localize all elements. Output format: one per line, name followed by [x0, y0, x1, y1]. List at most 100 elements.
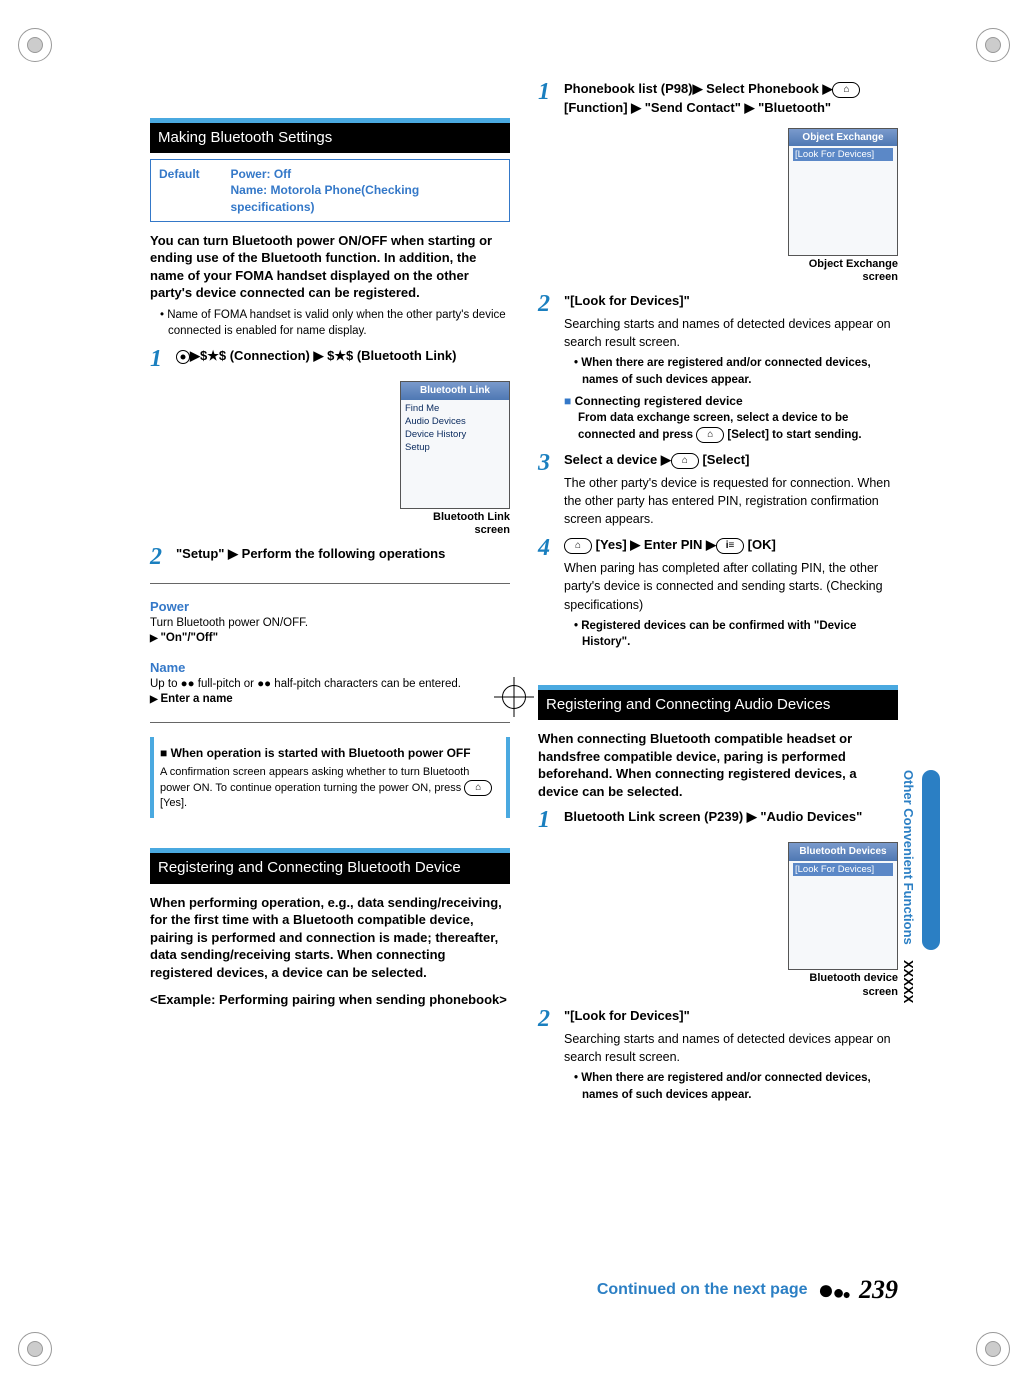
- shot3-title: Bluetooth Devices: [789, 843, 897, 861]
- r-step-2-number: 2: [538, 292, 564, 443]
- bluetooth-off-note: When operation is started with Bluetooth…: [150, 737, 510, 819]
- r-step-4-bullet: Registered devices can be confirmed with…: [574, 618, 898, 651]
- a-step-1-number: 1: [538, 808, 564, 832]
- bluetooth-note-list: Name of FOMA handset is valid only when …: [160, 308, 510, 339]
- connecting-registered-device-heading: Connecting registered device: [564, 393, 898, 410]
- r-step-4-body: ⌂ [Yes] ▶ Enter PIN ▶i≡ [OK] When paring…: [564, 536, 898, 655]
- shot1-caption: Bluetooth Link screen: [400, 511, 510, 537]
- r-step-3-body: Select a device ▶⌂ [Select] The other pa…: [564, 451, 898, 528]
- side-tab-pill: [922, 770, 940, 950]
- a-step-2-heading: "[Look for Devices]": [564, 1008, 690, 1023]
- note-heading: When operation is started with Bluetooth…: [160, 745, 500, 761]
- function-key-icon: ⌂: [832, 82, 860, 98]
- shot3-line1: [Look For Devices]: [793, 863, 893, 876]
- default-power-line: Power: Off: [231, 167, 292, 181]
- r-step-2-text: Searching starts and names of detected d…: [564, 315, 898, 351]
- bluetooth-devices-screenshot: Bluetooth Devices [Look For Devices]: [788, 842, 898, 970]
- bluetooth-link-screenshot: Bluetooth Link Find Me Audio Devices Dev…: [400, 381, 510, 509]
- registration-mark-bottom-left: [18, 1332, 52, 1366]
- registration-mark-top-right: [976, 28, 1010, 62]
- r-step-1-text-a: Phonebook list (P98)▶ Select Phonebook ▶: [564, 81, 832, 96]
- power-options: "On"/"Off": [150, 631, 510, 647]
- a-step-2-body: "[Look for Devices]" Searching starts an…: [564, 1007, 898, 1107]
- bluetooth-link-screenshot-wrap: Bluetooth Link Find Me Audio Devices Dev…: [150, 375, 510, 537]
- shot1-line4: Setup: [405, 442, 430, 453]
- r-step-2-body: "[Look for Devices]" Searching starts an…: [564, 292, 898, 443]
- r-step-4-number: 4: [538, 536, 564, 655]
- section-audio-devices: Registering and Connecting Audio Devices: [538, 685, 898, 720]
- r-step-2-heading: "[Look for Devices]": [564, 293, 690, 308]
- name-options: Enter a name: [150, 692, 510, 708]
- divider-1: [150, 583, 510, 584]
- shot1-title: Bluetooth Link: [401, 382, 509, 400]
- object-exchange-screenshot: Object Exchange [Look For Devices]: [788, 128, 898, 256]
- default-settings-table: Default Power: Off Name: Motorola Phone(…: [150, 159, 510, 222]
- r-step-1: 1 Phonebook list (P98)▶ Select Phonebook…: [538, 80, 898, 118]
- step-1: 1 ▶$★$ (Connection) ▶ $★$ (Bluetooth Lin…: [150, 347, 510, 371]
- page-content: Making Bluetooth Settings Default Power:…: [150, 80, 900, 1111]
- power-desc: Turn Bluetooth power ON/OFF.: [150, 616, 510, 632]
- r-step-4: 4 ⌂ [Yes] ▶ Enter PIN ▶i≡ [OK] When pari…: [538, 536, 898, 655]
- object-exchange-screenshot-wrap: Object Exchange [Look For Devices] Objec…: [538, 122, 898, 284]
- default-label-cell: Default: [151, 160, 223, 222]
- center-button-icon: [176, 350, 190, 364]
- ok-key-icon: i≡: [716, 538, 744, 554]
- default-value-cell: Power: Off Name: Motorola Phone(Checking…: [223, 160, 510, 222]
- shot2-caption: Object Exchange screen: [788, 258, 898, 284]
- side-tab-label: Other Convenient Functions: [901, 770, 916, 945]
- r-step-2: 2 "[Look for Devices]" Searching starts …: [538, 292, 898, 443]
- shot2-title: Object Exchange: [789, 129, 897, 147]
- section-making-bluetooth-settings: Making Bluetooth Settings: [150, 118, 510, 153]
- bluetooth-settings-intro: You can turn Bluetooth power ON/OFF when…: [150, 232, 510, 302]
- a-step-2-bullet: When there are registered and/or connect…: [574, 1070, 898, 1103]
- power-heading: Power: [150, 598, 510, 616]
- bluetooth-devices-screenshot-wrap: Bluetooth Devices [Look For Devices] Blu…: [538, 836, 898, 998]
- continued-label: Continued on the next page: [597, 1281, 808, 1299]
- section-registering-device: Registering and Connecting Bluetooth Dev…: [150, 848, 510, 883]
- audio-devices-intro: When connecting Bluetooth compatible hea…: [538, 730, 898, 800]
- note-body-a: A confirmation screen appears asking whe…: [160, 766, 469, 794]
- step-2-body: "Setup" ▶ Perform the following operatio…: [176, 545, 510, 569]
- select-key-icon: ⌂: [696, 427, 724, 443]
- connecting-body-b: [Select] to start sending.: [724, 429, 861, 441]
- right-column: 1 Phonebook list (P98)▶ Select Phonebook…: [538, 80, 898, 1111]
- r-step-1-text-b: [Function] ▶ "Send Contact" ▶ "Bluetooth…: [564, 100, 831, 115]
- shot1-line3: Device History: [405, 429, 466, 440]
- connecting-registered-device-body: From data exchange screen, select a devi…: [578, 410, 898, 443]
- r-step-3-number: 3: [538, 451, 564, 528]
- page-number: 239: [859, 1275, 898, 1305]
- registration-mark-top-left: [18, 28, 52, 62]
- r-step-3-text-a: Select a device ▶: [564, 452, 671, 467]
- step-2-number: 2: [150, 545, 176, 569]
- divider-2: [150, 722, 510, 723]
- shot3-caption: Bluetooth device screen: [788, 972, 898, 998]
- step-2: 2 "Setup" ▶ Perform the following operat…: [150, 545, 510, 569]
- step-1-number: 1: [150, 347, 176, 371]
- name-desc: Up to ●● full-pitch or ●● half-pitch cha…: [150, 677, 510, 693]
- a-step-2-desc: Searching starts and names of detected d…: [564, 1030, 898, 1066]
- example-label: <Example: Performing pairing when sendin…: [150, 991, 510, 1009]
- default-name-line: Name: Motorola Phone(Checking specificat…: [231, 183, 420, 213]
- shot2-line1: [Look For Devices]: [793, 148, 893, 161]
- note-body-b: [Yes].: [160, 797, 187, 809]
- r-step-1-body: Phonebook list (P98)▶ Select Phonebook ▶…: [564, 80, 898, 118]
- a-step-1: 1 Bluetooth Link screen (P239) ▶ "Audio …: [538, 808, 898, 832]
- r-step-1-number: 1: [538, 80, 564, 118]
- r-step-4-text-b: [OK]: [744, 537, 776, 552]
- left-column: Making Bluetooth Settings Default Power:…: [150, 80, 510, 1111]
- select-key-icon-2: ⌂: [671, 453, 699, 469]
- r-step-3: 3 Select a device ▶⌂ [Select] The other …: [538, 451, 898, 528]
- shot1-line1: Find Me: [405, 403, 439, 414]
- registering-device-intro: When performing operation, e.g., data se…: [150, 894, 510, 982]
- soft-key-icon: ⌂: [464, 780, 492, 796]
- side-xxxxx-label: XXXXX: [901, 960, 916, 1003]
- yes-key-icon: ⌂: [564, 538, 592, 554]
- registration-mark-bottom-right: [976, 1332, 1010, 1366]
- page-footer: Continued on the next page ●●● 239: [150, 1274, 898, 1306]
- a-step-1-body: Bluetooth Link screen (P239) ▶ "Audio De…: [564, 808, 898, 832]
- a-step-2-number: 2: [538, 1007, 564, 1107]
- shot1-line2: Audio Devices: [405, 416, 466, 427]
- r-step-4-desc: When paring has completed after collatin…: [564, 559, 898, 613]
- name-heading: Name: [150, 659, 510, 677]
- step-1-text-a: $★$ (Connection): [200, 348, 314, 363]
